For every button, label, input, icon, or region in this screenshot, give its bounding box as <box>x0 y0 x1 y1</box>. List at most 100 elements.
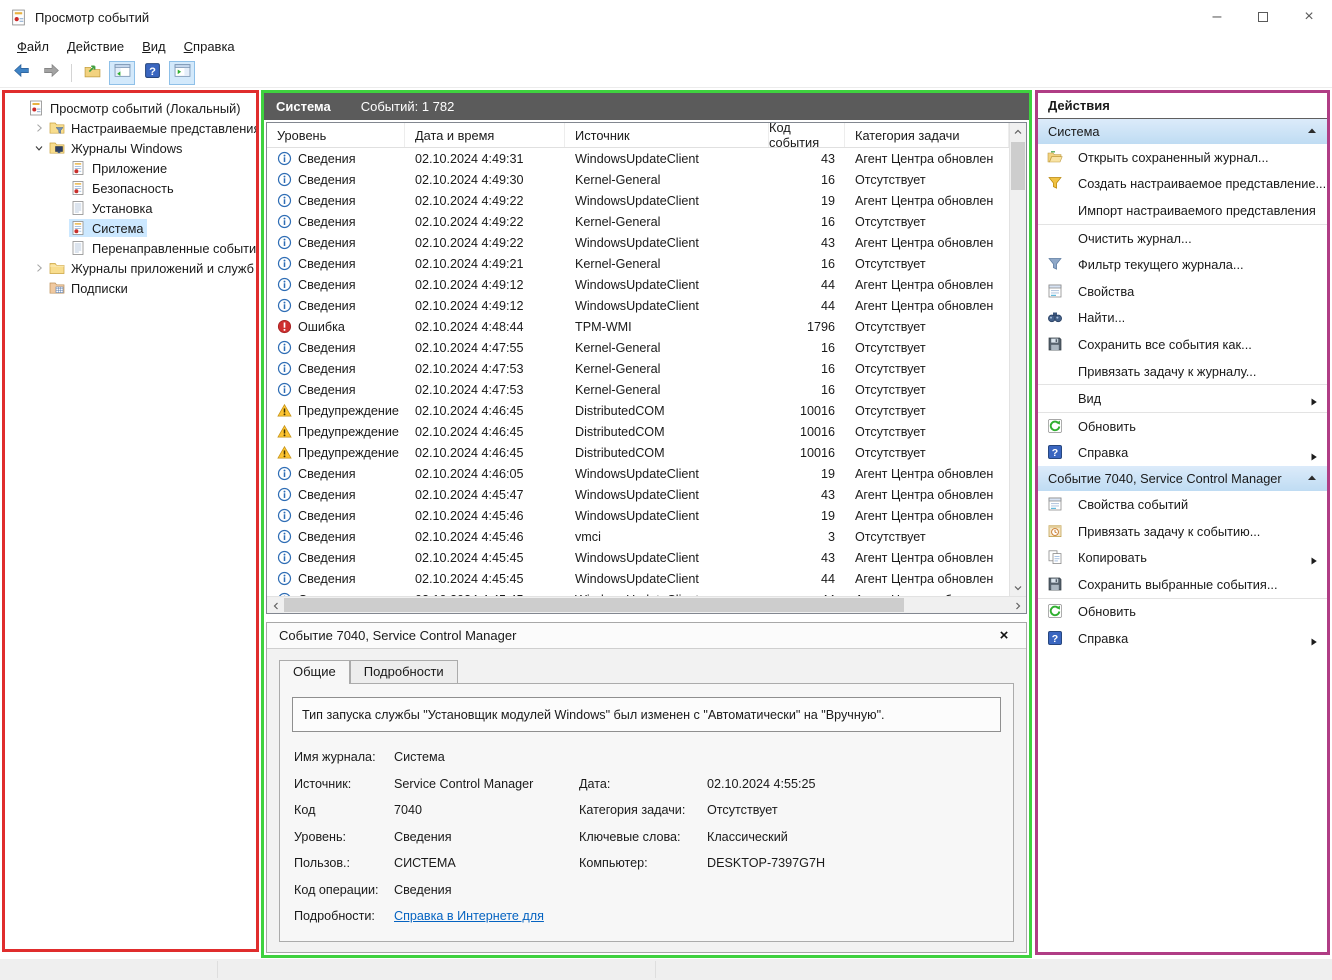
action-свойства-событий[interactable]: Свойства событий <box>1038 491 1327 518</box>
help-button[interactable]: ? <box>139 61 165 85</box>
scroll-down-arrow-icon[interactable] <box>1009 579 1026 596</box>
action-справка[interactable]: ?Справка <box>1038 625 1327 652</box>
event-message: Тип запуска службы "Установщик модулей W… <box>292 697 1001 732</box>
close-button[interactable]: × <box>1286 0 1332 34</box>
tree-item-журналы-приложений-и-служб[interactable]: Журналы приложений и служб <box>5 258 256 278</box>
tree-item-система[interactable]: Система <box>5 218 256 238</box>
event-row[interactable]: Предупреждение02.10.2024 4:46:45Distribu… <box>267 400 1009 421</box>
detail-close-icon[interactable]: × <box>994 627 1014 644</box>
event-row[interactable]: Сведения02.10.2024 4:45:47WindowsUpdateC… <box>267 484 1009 505</box>
column-header-источник[interactable]: Источник <box>565 123 769 147</box>
menu-вид[interactable]: Вид <box>133 36 175 57</box>
events-table: УровеньДата и времяИсточникКод событияКа… <box>266 122 1027 614</box>
action-label: Свойства <box>1078 284 1134 299</box>
menu-файл[interactable]: Файл <box>8 36 58 57</box>
chevron-right-icon[interactable] <box>30 120 48 136</box>
folder-filter-icon <box>49 120 66 136</box>
event-row[interactable]: Сведения02.10.2024 4:47:55Kernel-General… <box>267 337 1009 358</box>
event-level: Сведения <box>298 236 356 250</box>
tab-общие[interactable]: Общие <box>279 660 350 684</box>
event-row[interactable]: Сведения02.10.2024 4:45:45WindowsUpdateC… <box>267 589 1009 596</box>
scroll-right-arrow-icon[interactable] <box>1009 597 1026 614</box>
event-row[interactable]: Сведения02.10.2024 4:45:45WindowsUpdateC… <box>267 568 1009 589</box>
tree-item-журналы-windows[interactable]: Журналы Windows <box>5 138 256 158</box>
minimize-button[interactable]: – <box>1194 0 1240 34</box>
tree-expander-empty <box>30 280 48 296</box>
event-row[interactable]: Сведения02.10.2024 4:45:46WindowsUpdateC… <box>267 505 1009 526</box>
action-привязать-задачу-к-событию[interactable]: Привязать задачу к событию... <box>1038 518 1327 545</box>
action-сохранить-выбранные-события[interactable]: Сохранить выбранные события... <box>1038 571 1327 598</box>
tree-item-безопасность[interactable]: Безопасность <box>5 178 256 198</box>
tree-item-просмотр-событий-локальный[interactable]: Просмотр событий (Локальный) <box>5 98 256 118</box>
event-row[interactable]: Сведения02.10.2024 4:49:30Kernel-General… <box>267 169 1009 190</box>
scroll-left-arrow-icon[interactable] <box>267 597 284 614</box>
event-row[interactable]: Сведения02.10.2024 4:49:22WindowsUpdateC… <box>267 232 1009 253</box>
event-row[interactable]: Предупреждение02.10.2024 4:46:45Distribu… <box>267 442 1009 463</box>
event-datetime: 02.10.2024 4:46:45 <box>405 425 565 439</box>
action-вид[interactable]: Вид <box>1038 385 1327 412</box>
actions-section-header-event[interactable]: Событие 7040, Service Control Manager <box>1038 466 1327 491</box>
event-row[interactable]: Предупреждение02.10.2024 4:46:45Distribu… <box>267 421 1009 442</box>
event-row[interactable]: Сведения02.10.2024 4:49:22WindowsUpdateC… <box>267 190 1009 211</box>
online-help-link[interactable]: Справка в Интернете для <box>394 909 579 923</box>
tab-подробности[interactable]: Подробности <box>350 660 458 683</box>
event-row[interactable]: Ошибка02.10.2024 4:48:44TPM-WMI1796Отсут… <box>267 316 1009 337</box>
tree-item-установка[interactable]: Установка <box>5 198 256 218</box>
scroll-up-arrow-icon[interactable] <box>1009 123 1026 140</box>
action-свойства[interactable]: Свойства <box>1038 278 1327 305</box>
toggle-console-tree-button[interactable] <box>109 61 135 85</box>
export-button[interactable] <box>79 61 105 85</box>
column-header-дата-и-время[interactable]: Дата и время <box>405 123 565 147</box>
menu-действие[interactable]: Действие <box>58 36 133 57</box>
detail-field-row: Пользов.:СИСТЕМАКомпьютер:DESKTOP-7397G7… <box>294 850 1001 877</box>
event-row[interactable]: Сведения02.10.2024 4:49:12WindowsUpdateC… <box>267 295 1009 316</box>
event-row[interactable]: Сведения02.10.2024 4:46:05WindowsUpdateC… <box>267 463 1009 484</box>
chevron-down-icon[interactable] <box>30 140 48 156</box>
forward-button[interactable] <box>38 61 64 85</box>
tree-item-подписки[interactable]: Подписки <box>5 278 256 298</box>
event-code: 43 <box>769 236 845 250</box>
vertical-scroll-thumb[interactable] <box>1011 142 1025 190</box>
collapse-icon[interactable] <box>1307 471 1317 486</box>
action-импорт-настраиваемого-представления[interactable]: Импорт настраиваемого представления <box>1038 197 1327 224</box>
horizontal-scrollbar[interactable] <box>267 596 1026 613</box>
action-копировать[interactable]: Копировать <box>1038 544 1327 571</box>
action-открыть-сохраненный-журнал[interactable]: Открыть сохраненный журнал... <box>1038 144 1327 171</box>
action-найти[interactable]: Найти... <box>1038 305 1327 332</box>
collapse-icon[interactable] <box>1307 124 1317 139</box>
action-очистить-журнал[interactable]: Очистить журнал... <box>1038 225 1327 252</box>
back-button[interactable] <box>8 61 34 85</box>
column-header-код-события[interactable]: Код события <box>769 123 845 147</box>
vertical-scrollbar[interactable] <box>1009 123 1026 596</box>
event-row[interactable]: Сведения02.10.2024 4:49:22Kernel-General… <box>267 211 1009 232</box>
action-обновить[interactable]: Обновить <box>1038 413 1327 440</box>
chevron-right-icon[interactable] <box>30 260 48 276</box>
event-code: 19 <box>769 467 845 481</box>
action-создать-настраиваемое-представление[interactable]: Создать настраиваемое представление... <box>1038 171 1327 198</box>
maximize-button[interactable] <box>1240 0 1286 34</box>
event-row[interactable]: Сведения02.10.2024 4:47:53Kernel-General… <box>267 358 1009 379</box>
event-row[interactable]: Сведения02.10.2024 4:45:46vmci3Отсутству… <box>267 526 1009 547</box>
action-сохранить-все-события-как[interactable]: Сохранить все события как... <box>1038 331 1327 358</box>
event-row[interactable]: Сведения02.10.2024 4:49:31WindowsUpdateC… <box>267 148 1009 169</box>
tree-item-перенаправленные-события[interactable]: Перенаправленные события <box>5 238 256 258</box>
toggle-action-pane-button[interactable] <box>169 61 195 85</box>
action-label: Создать настраиваемое представление... <box>1078 176 1326 191</box>
column-header-уровень[interactable]: Уровень <box>267 123 405 147</box>
event-row[interactable]: Сведения02.10.2024 4:49:21Kernel-General… <box>267 253 1009 274</box>
event-row[interactable]: Сведения02.10.2024 4:45:45WindowsUpdateC… <box>267 547 1009 568</box>
action-привязать-задачу-к-журналу[interactable]: Привязать задачу к журналу... <box>1038 358 1327 385</box>
menu-справка[interactable]: Справка <box>175 36 244 57</box>
event-row[interactable]: Сведения02.10.2024 4:49:12WindowsUpdateC… <box>267 274 1009 295</box>
action-обновить[interactable]: Обновить <box>1038 599 1327 626</box>
tree-item-приложение[interactable]: Приложение <box>5 158 256 178</box>
event-category: Отсутствует <box>845 173 1009 187</box>
action-фильтр-текущего-журнала[interactable]: Фильтр текущего журнала... <box>1038 251 1327 278</box>
tree-item-настраиваемые-представления[interactable]: Настраиваемые представления <box>5 118 256 138</box>
actions-section-header-log[interactable]: Система <box>1038 119 1327 144</box>
detail-field-row: Имя журнала:Система <box>294 744 1001 771</box>
action-справка[interactable]: ?Справка <box>1038 440 1327 467</box>
horizontal-scroll-thumb[interactable] <box>284 598 904 612</box>
column-header-категория-задачи[interactable]: Категория задачи <box>845 123 1009 147</box>
event-row[interactable]: Сведения02.10.2024 4:47:53Kernel-General… <box>267 379 1009 400</box>
